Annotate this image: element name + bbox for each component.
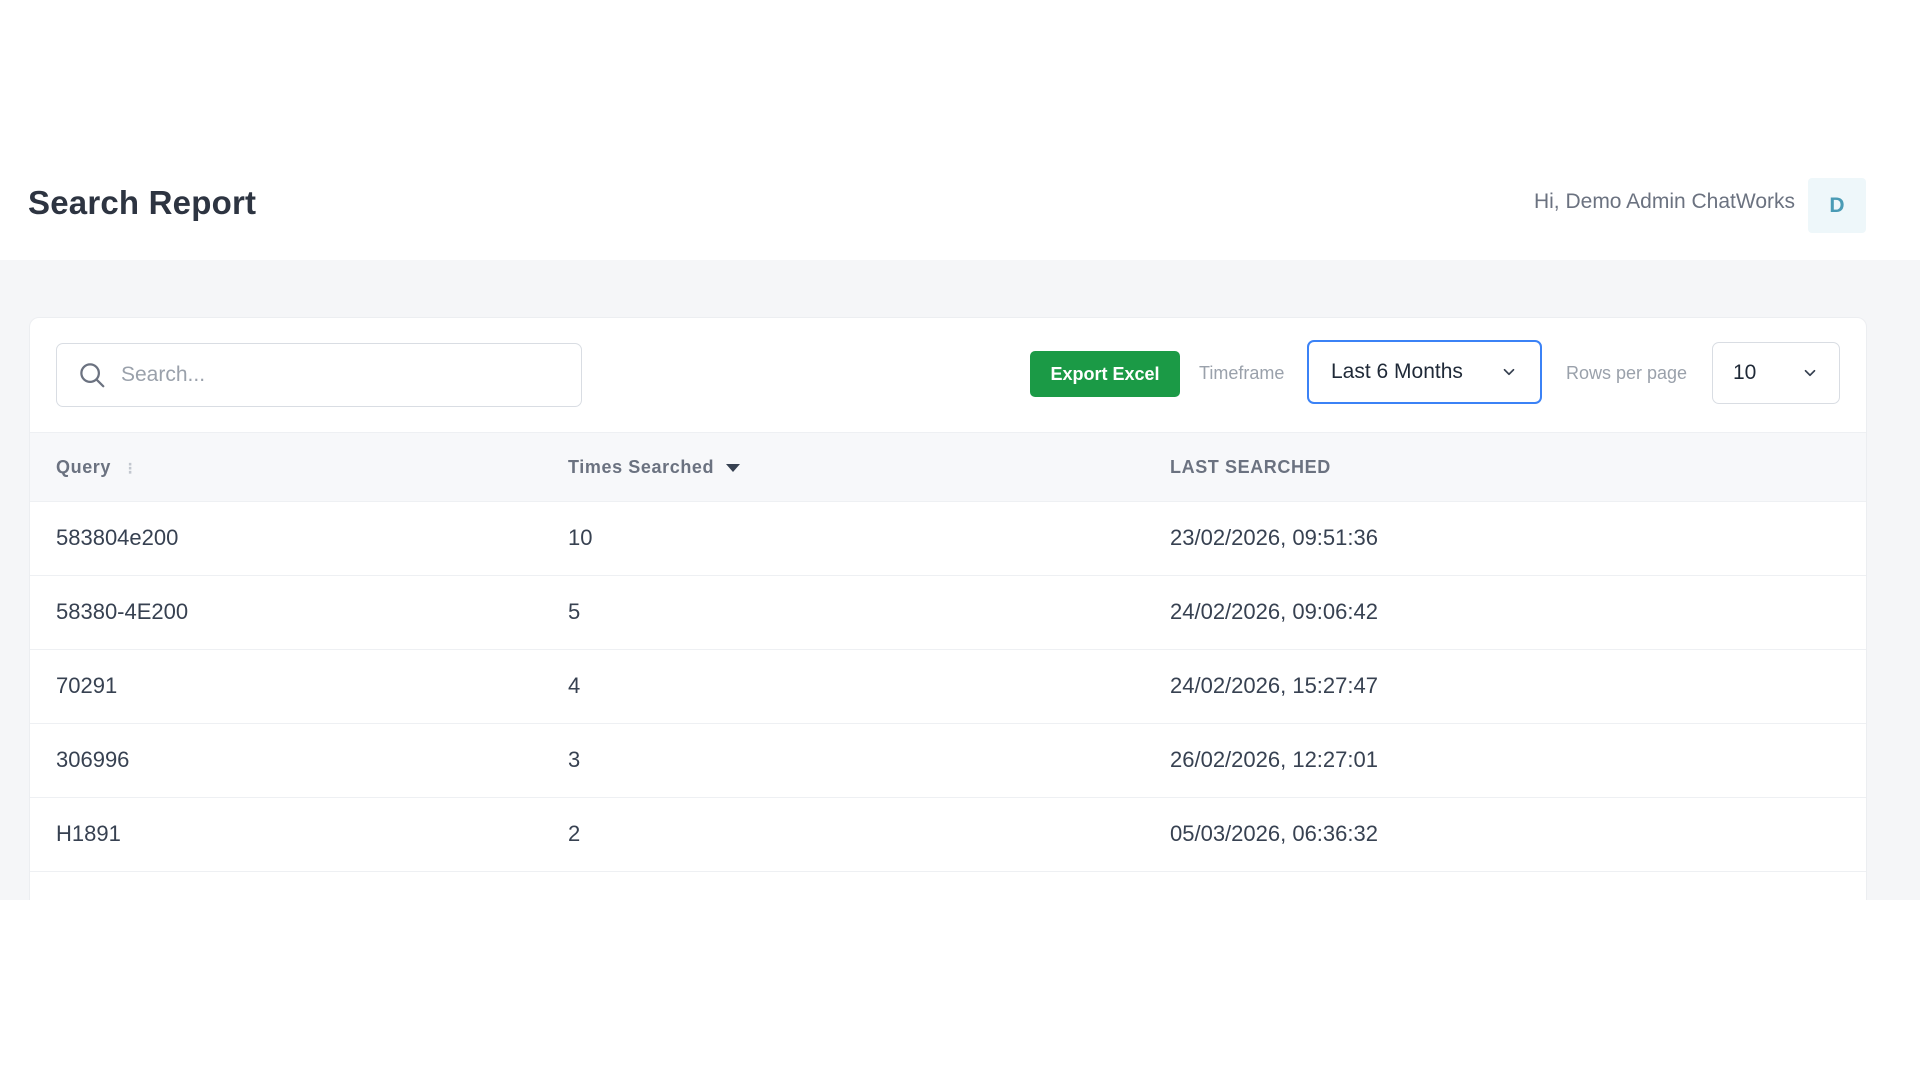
avatar-initial: D [1829,193,1845,217]
rows-per-page-value: 10 [1733,361,1757,384]
export-excel-button[interactable]: Export Excel [1030,351,1180,397]
last-searched-cell: 05/03/2026, 06:36:32 [1170,821,1378,846]
query-cell: 583804e200 [56,525,179,550]
table-header: Query ⋮ Times Searched LAST SEARCHED [30,432,1866,502]
report-card: Export Excel Timeframe Last 6 Months Row… [29,317,1867,900]
query-cell: 58380-4E200 [56,599,189,624]
column-header-query[interactable]: Query ⋮ [56,457,138,478]
sort-descending-icon [726,463,741,473]
timeframe-select[interactable]: Last 6 Months [1307,340,1542,404]
times-searched-cell: 3 [568,747,581,772]
chevron-down-icon [1801,364,1819,382]
times-searched-cell: 5 [568,599,581,624]
last-searched-cell: 23/02/2026, 09:51:36 [1170,525,1378,550]
main-content: Export Excel Timeframe Last 6 Months Row… [0,260,1920,900]
search-input[interactable] [121,363,561,387]
column-header-times-searched[interactable]: Times Searched [568,457,741,478]
last-searched-cell: 26/02/2026, 12:27:01 [1170,747,1378,772]
timeframe-label: Timeframe [1199,363,1285,383]
column-header-label: Times Searched [568,457,715,477]
page-header: Search Report Hi, Demo Admin ChatWorks D [0,0,1920,260]
search-icon [77,359,109,391]
query-cell: 306996 [56,747,130,772]
page-title: Search Report [28,184,257,221]
times-searched-cell: 10 [568,525,593,550]
user-greeting: Hi, Demo Admin ChatWorks [1533,190,1795,213]
table-row: 58380-4E200 5 24/02/2026, 09:06:42 [30,576,1866,650]
column-header-label: Query [56,457,112,477]
sort-icon: ⋮ [123,459,138,476]
table-row: 70291 4 24/02/2026, 15:27:47 [30,650,1866,724]
rows-per-page-label: Rows per page [1566,363,1688,383]
table-toolbar: Export Excel Timeframe Last 6 Months Row… [30,318,1866,432]
rows-per-page-select[interactable]: 10 [1712,342,1840,404]
table-row: 583804e200 10 23/02/2026, 09:51:36 [30,502,1866,576]
last-searched-cell: 24/02/2026, 09:06:42 [1170,599,1378,624]
blank-area [0,900,1920,1080]
times-searched-cell: 2 [568,821,581,846]
search-box[interactable] [56,343,582,407]
column-header-label: LAST SEARCHED [1170,457,1331,477]
times-searched-cell: 4 [568,673,581,698]
query-cell: H1891 [56,821,121,846]
query-cell: 70291 [56,673,118,698]
column-header-last-searched: LAST SEARCHED [1170,457,1331,478]
last-searched-cell: 24/02/2026, 15:27:47 [1170,673,1378,698]
timeframe-value: Last 6 Months [1331,360,1463,383]
table-row: H1891 2 05/03/2026, 06:36:32 [30,798,1866,872]
chevron-down-icon [1500,363,1518,381]
table-row: 306996 3 26/02/2026, 12:27:01 [30,724,1866,798]
avatar[interactable]: D [1808,178,1866,233]
